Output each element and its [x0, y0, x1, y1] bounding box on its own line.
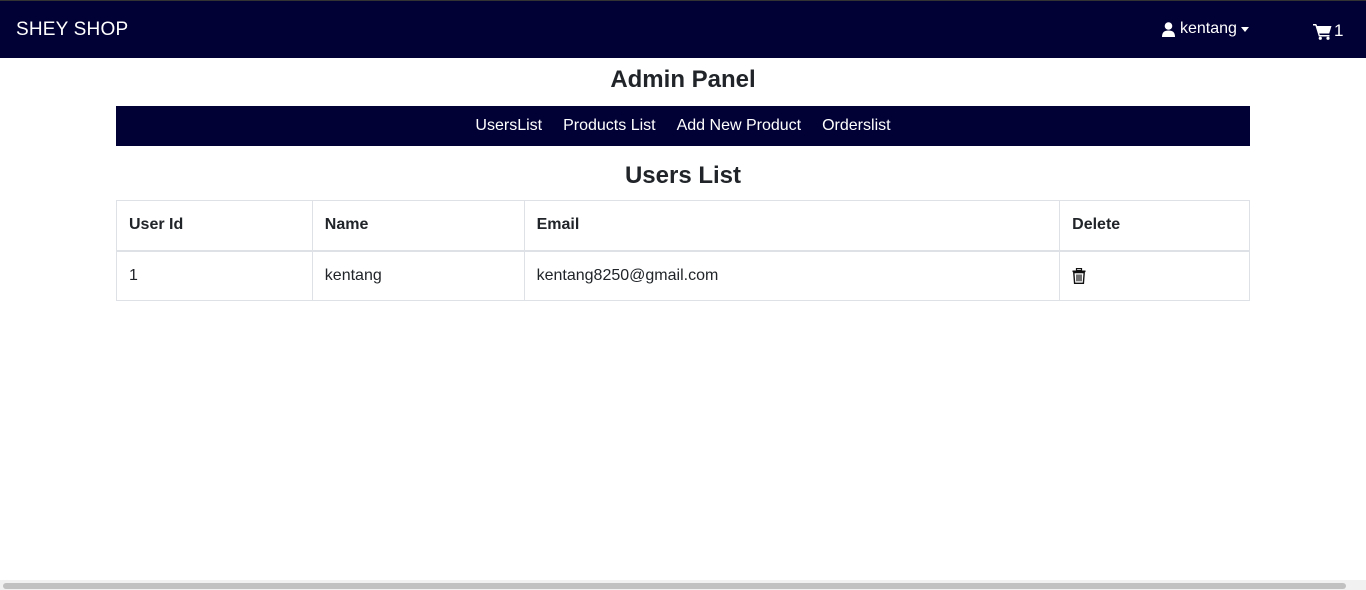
- admin-nav-userslist[interactable]: UsersList: [475, 117, 542, 135]
- column-header-email: Email: [523, 200, 1061, 252]
- scrollbar-thumb[interactable]: [3, 583, 1346, 589]
- admin-nav-add-new-product[interactable]: Add New Product: [677, 117, 802, 135]
- user-name: kentang: [1180, 20, 1237, 37]
- brand-logo[interactable]: SHEY SHOP: [16, 19, 128, 41]
- cell-name: kentang: [311, 250, 525, 301]
- cart-count: 1: [1334, 21, 1344, 40]
- table-header-row: User Id Name Email Delete: [116, 200, 1250, 252]
- chevron-down-icon: [1240, 27, 1249, 32]
- cell-delete: [1059, 250, 1250, 301]
- user-icon: [1162, 21, 1175, 37]
- admin-nav-orderslist[interactable]: Orderslist: [822, 117, 890, 135]
- cell-email: kentang8250@gmail.com: [523, 250, 1061, 301]
- shopping-cart-icon: [1313, 23, 1332, 40]
- admin-nav: UsersList Products List Add New Product …: [116, 106, 1250, 146]
- horizontal-scrollbar[interactable]: [0, 580, 1366, 590]
- column-header-delete: Delete: [1059, 200, 1250, 252]
- page-title: Admin Panel: [610, 66, 756, 93]
- column-header-user-id: User Id: [116, 200, 313, 252]
- column-header-name: Name: [311, 200, 525, 252]
- section-title: Users List: [624, 162, 742, 189]
- cell-user-id: 1: [116, 250, 313, 301]
- top-navbar: SHEY SHOP kentang 1: [0, 0, 1366, 58]
- table-row: 1 kentang kentang8250@gmail.com: [116, 250, 1250, 301]
- admin-nav-products-list[interactable]: Products List: [563, 117, 655, 135]
- user-dropdown[interactable]: kentang: [1162, 20, 1249, 38]
- users-table: User Id Name Email Delete 1 kentang kent…: [116, 200, 1250, 301]
- cart-link[interactable]: 1: [1313, 21, 1343, 41]
- trash-icon[interactable]: [1072, 267, 1086, 284]
